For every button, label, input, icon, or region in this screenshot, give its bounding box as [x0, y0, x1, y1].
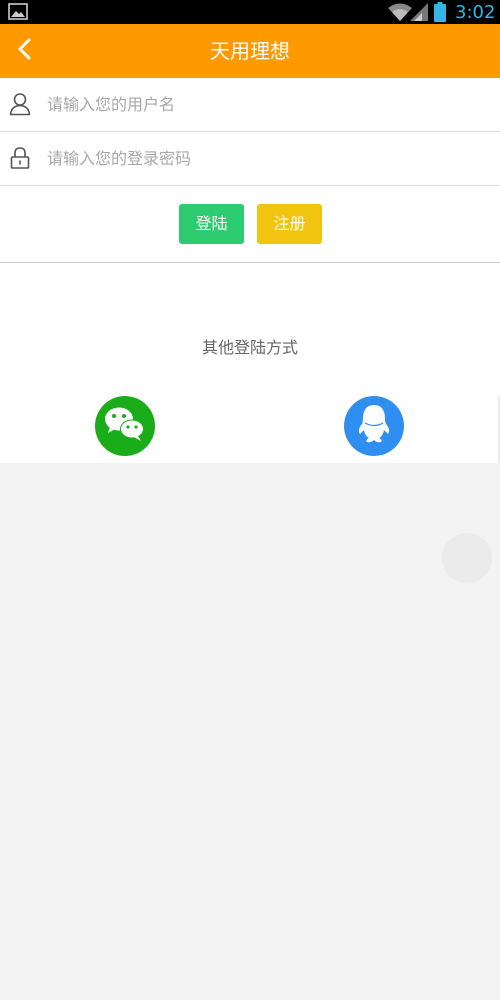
- login-card: 登陆 注册 其他登陆方式: [0, 78, 500, 463]
- qq-login-button[interactable]: [344, 396, 404, 456]
- password-row: [0, 132, 500, 186]
- register-button[interactable]: 注册: [257, 204, 322, 244]
- wechat-icon: [103, 405, 147, 447]
- floating-assistive-button[interactable]: [442, 533, 492, 583]
- gallery-icon: [8, 3, 28, 24]
- login-button[interactable]: 登陆: [179, 204, 244, 244]
- action-buttons: 登陆 注册: [0, 186, 500, 263]
- status-time: 3:02: [455, 2, 496, 23]
- lock-icon: [9, 146, 31, 174]
- app-bar: 天用理想: [0, 24, 500, 78]
- page-title: 天用理想: [210, 39, 290, 63]
- other-login-label: 其他登陆方式: [201, 338, 298, 357]
- signal-icon: [410, 3, 430, 25]
- qq-icon: [356, 403, 392, 449]
- username-row: [0, 78, 500, 132]
- wechat-login-button[interactable]: [95, 396, 155, 456]
- wifi-icon: [388, 2, 412, 26]
- status-bar: 3:02: [0, 0, 500, 24]
- battery-icon: [434, 2, 446, 26]
- password-input[interactable]: [47, 142, 467, 174]
- user-icon: [9, 92, 31, 120]
- username-input[interactable]: [47, 88, 467, 120]
